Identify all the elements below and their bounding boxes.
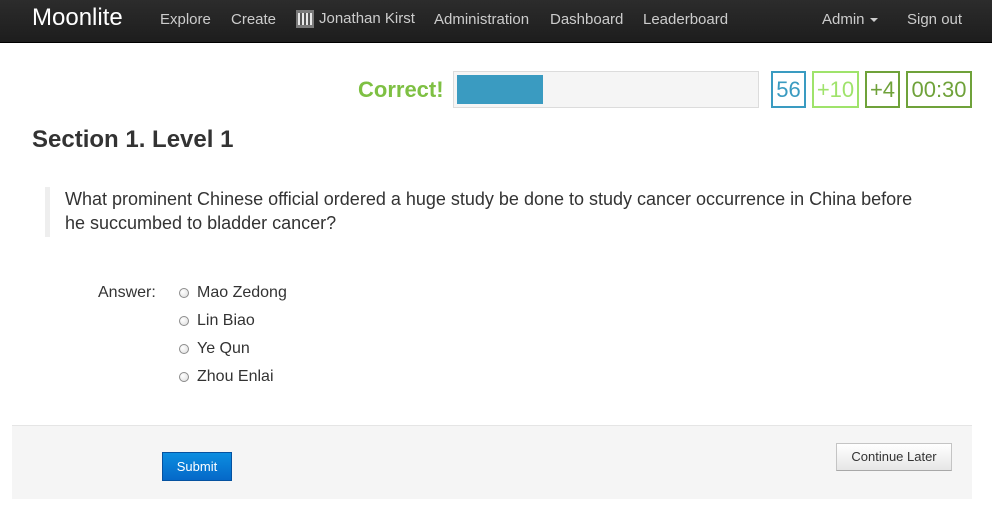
answer-option[interactable]: Zhou Enlai xyxy=(179,368,274,386)
continue-later-button[interactable]: Continue Later xyxy=(836,443,952,471)
radio-button[interactable] xyxy=(179,372,189,382)
answer-option-label: Mao Zedong xyxy=(197,284,287,301)
answer-option-label: Ye Qun xyxy=(197,340,250,357)
answer-option[interactable]: Ye Qun xyxy=(179,340,250,358)
question-text: What prominent Chinese official ordered … xyxy=(45,187,915,237)
progress-bar xyxy=(453,71,759,108)
answer-feedback: Correct! xyxy=(358,77,444,102)
nav-sign-out[interactable]: Sign out xyxy=(907,11,962,29)
section-title: Section 1. Level 1 xyxy=(32,126,234,153)
timer-badge: 00:30 xyxy=(906,71,972,108)
radio-button[interactable] xyxy=(179,316,189,326)
answer-option[interactable]: Mao Zedong xyxy=(179,284,287,302)
top-navbar: Moonlite Explore Create Jonathan Kirst A… xyxy=(0,0,992,43)
nav-admin-label: Admin xyxy=(822,11,865,28)
progress-bar-fill xyxy=(457,75,543,104)
bonus-badge: +10 xyxy=(812,71,859,108)
nav-explore[interactable]: Explore xyxy=(160,11,211,29)
form-actions-bar xyxy=(12,425,972,499)
answer-option[interactable]: Lin Biao xyxy=(179,312,255,330)
nav-user-name: Jonathan Kirst xyxy=(319,10,415,27)
submit-button[interactable]: Submit xyxy=(162,452,232,481)
radio-button[interactable] xyxy=(179,344,189,354)
score-badge: 56 xyxy=(771,71,806,108)
nav-create[interactable]: Create xyxy=(231,11,276,29)
answer-option-label: Zhou Enlai xyxy=(197,368,274,385)
nav-admin-dropdown[interactable]: Admin xyxy=(822,11,878,29)
brand-logo[interactable]: Moonlite xyxy=(32,4,123,32)
answer-label: Answer: xyxy=(98,284,156,301)
streak-badge: +4 xyxy=(865,71,900,108)
nav-leaderboard[interactable]: Leaderboard xyxy=(643,11,728,29)
user-avatar-icon xyxy=(296,10,314,28)
radio-button[interactable] xyxy=(179,288,189,298)
answer-option-label: Lin Biao xyxy=(197,312,255,329)
nav-administration[interactable]: Administration xyxy=(434,11,529,29)
nav-user-profile[interactable]: Jonathan Kirst xyxy=(296,10,415,28)
caret-down-icon xyxy=(869,18,878,23)
nav-dashboard[interactable]: Dashboard xyxy=(550,11,623,29)
